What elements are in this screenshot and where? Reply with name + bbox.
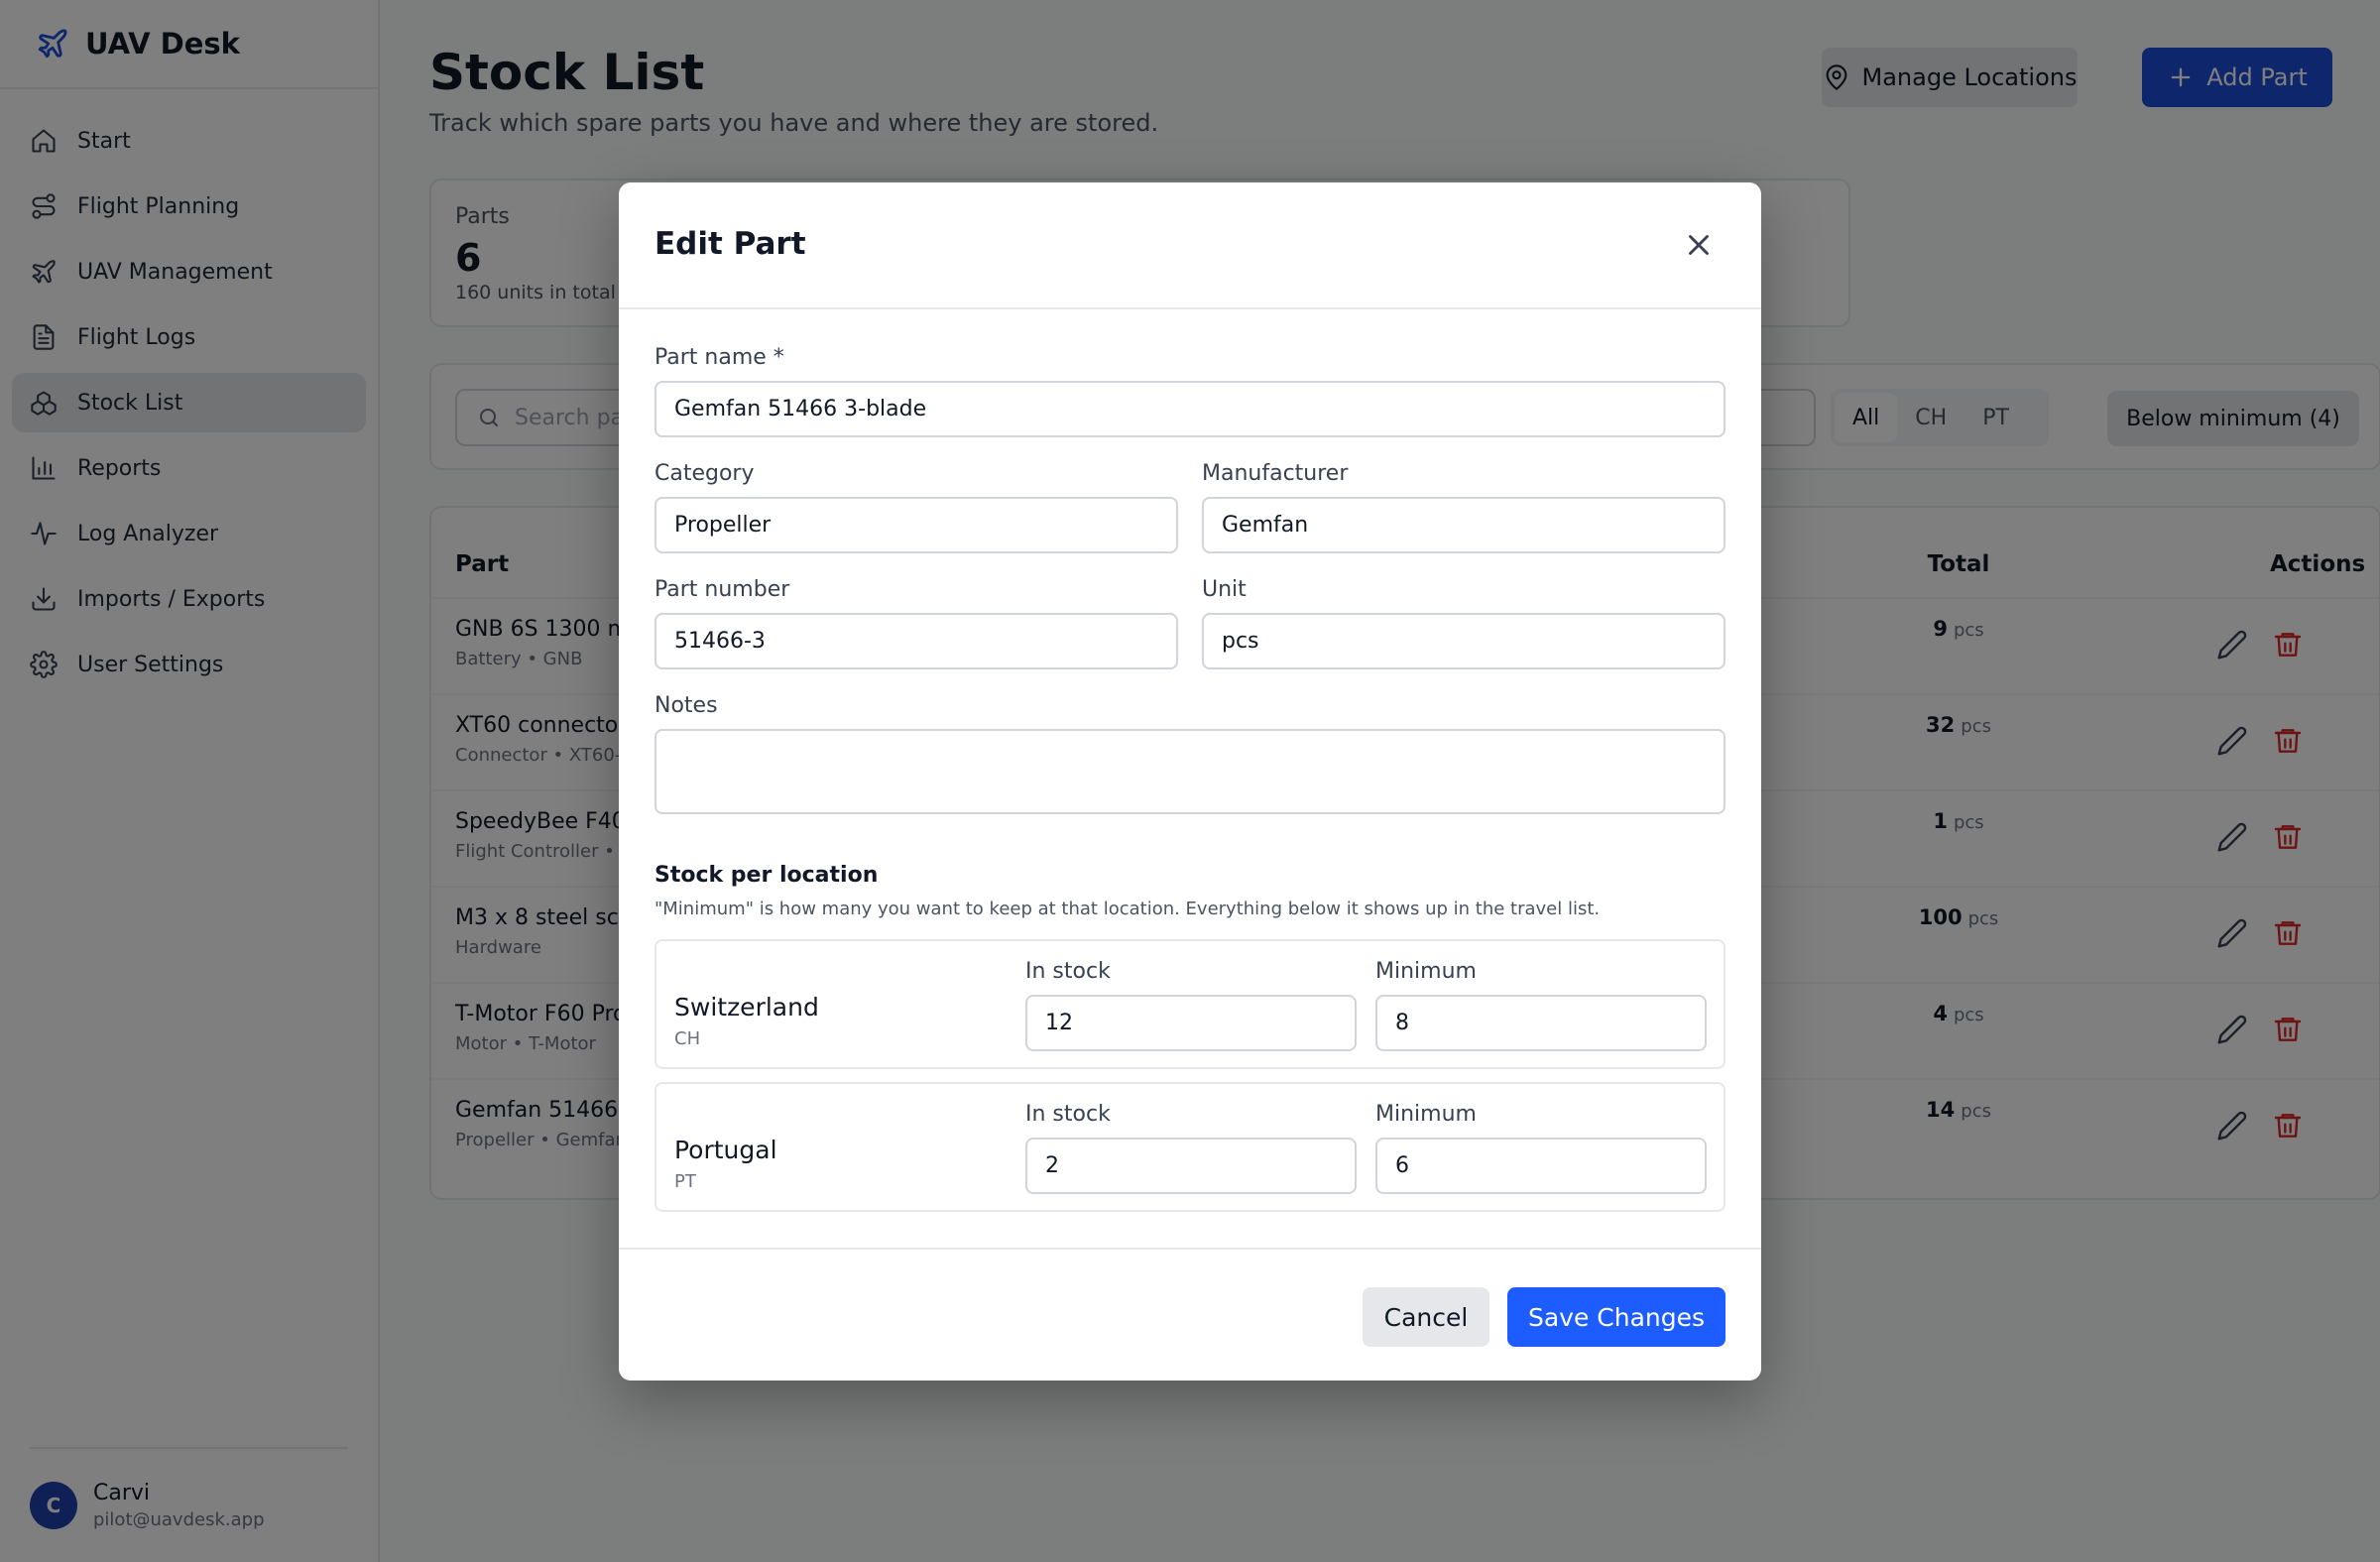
location-code: PT: [674, 1171, 696, 1192]
category-label: Category: [654, 461, 755, 486]
minimum-input[interactable]: 6: [1375, 1138, 1707, 1194]
stock-section-help: "Minimum" is how many you want to keep a…: [654, 899, 1601, 919]
stock-section-title: Stock per location: [654, 863, 879, 888]
minimum-label: Minimum: [1375, 959, 1477, 984]
in-stock-label: In stock: [1025, 959, 1111, 984]
dialog-header: Edit Part: [619, 182, 1761, 309]
manufacturer-label: Manufacturer: [1202, 461, 1349, 486]
part-number-input[interactable]: 51466-3: [654, 613, 1178, 669]
category-input[interactable]: Propeller: [654, 497, 1178, 553]
save-changes-button[interactable]: Save Changes: [1507, 1287, 1726, 1347]
part-name-input[interactable]: Gemfan 51466 3-blade: [654, 381, 1726, 437]
location-name: Switzerland: [674, 993, 819, 1021]
dialog-footer: Cancel Save Changes: [619, 1248, 1761, 1381]
minimum-input[interactable]: 8: [1375, 995, 1707, 1051]
location-stock-card: Switzerland CH In stock 12 Minimum 8: [654, 939, 1726, 1069]
in-stock-label: In stock: [1025, 1102, 1111, 1127]
unit-label: Unit: [1202, 577, 1247, 602]
part-number-label: Part number: [654, 577, 790, 602]
notes-label: Notes: [654, 693, 718, 718]
location-code: CH: [674, 1028, 701, 1049]
close-icon[interactable]: [1682, 228, 1716, 262]
cancel-button[interactable]: Cancel: [1363, 1287, 1489, 1347]
notes-textarea[interactable]: [654, 729, 1726, 814]
manufacturer-input[interactable]: Gemfan: [1202, 497, 1726, 553]
dialog-title: Edit Part: [654, 226, 806, 262]
location-name: Portugal: [674, 1136, 777, 1164]
part-name-label: Part name *: [654, 345, 784, 370]
unit-input[interactable]: pcs: [1202, 613, 1726, 669]
in-stock-input[interactable]: 12: [1025, 995, 1357, 1051]
minimum-label: Minimum: [1375, 1102, 1477, 1127]
edit-part-dialog: Edit Part Part name * Gemfan 51466 3-bla…: [619, 182, 1761, 1381]
in-stock-input[interactable]: 2: [1025, 1138, 1357, 1194]
location-stock-card: Portugal PT In stock 2 Minimum 6: [654, 1082, 1726, 1212]
